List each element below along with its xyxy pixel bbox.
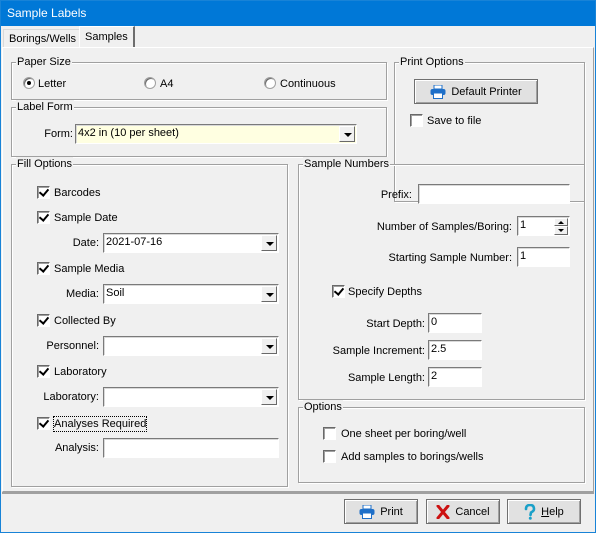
form-label: Form: xyxy=(44,128,73,140)
options-title: Options xyxy=(303,400,343,414)
laboratory-select[interactable] xyxy=(103,387,279,407)
sample-labels-dialog: Sample Labels Borings/Wells Samples Pape… xyxy=(0,0,596,533)
sample-numbers-group: Sample Numbers Prefix: Number of Samples… xyxy=(298,157,585,400)
media-label: Media: xyxy=(65,288,99,300)
barcodes-checkbox[interactable] xyxy=(37,186,50,199)
chevron-down-icon[interactable] xyxy=(261,286,277,302)
paper-size-title: Paper Size xyxy=(16,55,72,69)
help-button[interactable]: Help xyxy=(507,499,581,524)
label-form-group: Label Form Form: 4x2 in (10 per sheet) xyxy=(11,100,387,157)
start-depth-label: Start Depth: xyxy=(366,318,425,330)
a4-label[interactable]: A4 xyxy=(160,77,173,91)
num-samples-value: 1 xyxy=(520,219,527,231)
default-printer-button[interactable]: Default Printer xyxy=(414,79,538,104)
prefix-input[interactable] xyxy=(418,184,570,204)
specify-depths-label[interactable]: Specify Depths xyxy=(348,285,422,299)
laboratory-label[interactable]: Laboratory xyxy=(54,365,107,379)
sample-date-checkbox[interactable] xyxy=(37,211,50,224)
sample-increment-label: Sample Increment: xyxy=(332,345,425,357)
x-icon xyxy=(436,504,450,519)
sample-length-label: Sample Length: xyxy=(347,372,425,384)
add-samples-checkbox[interactable] xyxy=(323,450,336,463)
analysis-input[interactable] xyxy=(103,438,279,458)
starting-number-label: Starting Sample Number: xyxy=(388,252,513,264)
form-select[interactable]: 4x2 in (10 per sheet) xyxy=(75,124,357,144)
chevron-down-icon[interactable] xyxy=(261,338,277,354)
continuous-radio[interactable] xyxy=(264,77,276,89)
help-accelerator: H xyxy=(541,505,550,518)
print-label: Print xyxy=(380,505,403,518)
specify-depths-checkbox[interactable] xyxy=(332,285,345,298)
cancel-button[interactable]: Cancel xyxy=(426,499,500,524)
num-samples-spinner[interactable]: 1 xyxy=(517,216,570,236)
form-value: 4x2 in (10 per sheet) xyxy=(78,127,179,139)
laboratory-field-label: Laboratory: xyxy=(43,391,99,403)
title-bar: Sample Labels xyxy=(1,1,595,26)
media-select[interactable]: Soil xyxy=(103,284,279,304)
spin-up-icon[interactable] xyxy=(554,218,568,226)
laboratory-checkbox[interactable] xyxy=(37,365,50,378)
default-printer-label: Default Printer xyxy=(451,85,522,98)
help-label-rest: elp xyxy=(549,505,564,518)
sample-numbers-title: Sample Numbers xyxy=(303,157,390,171)
analysis-label: Analysis: xyxy=(54,442,99,454)
personnel-label: Personnel: xyxy=(46,340,99,352)
sample-media-checkbox[interactable] xyxy=(37,262,50,275)
starting-number-input[interactable]: 1 xyxy=(517,247,570,267)
fill-options-group: Fill Options Barcodes Sample Date Date: … xyxy=(11,157,288,487)
personnel-select[interactable] xyxy=(103,336,279,356)
save-to-file-checkbox[interactable] xyxy=(410,114,423,127)
sample-increment-input[interactable]: 2.5 xyxy=(428,340,482,360)
label-form-title: Label Form xyxy=(16,100,74,114)
collected-by-checkbox[interactable] xyxy=(37,314,50,327)
options-group: Options One sheet per boring/well Add sa… xyxy=(298,400,585,483)
sample-length-input[interactable]: 2 xyxy=(428,367,482,387)
add-samples-label[interactable]: Add samples to borings/wells xyxy=(341,450,483,464)
print-button[interactable]: Print xyxy=(344,499,418,524)
paper-size-group: Paper Size Letter A4 Continuous xyxy=(11,55,387,100)
sample-date-label[interactable]: Sample Date xyxy=(54,211,118,225)
analyses-required-checkbox[interactable] xyxy=(37,417,50,430)
start-depth-input[interactable]: 0 xyxy=(428,313,482,333)
question-mark-icon xyxy=(524,503,536,520)
fill-options-title: Fill Options xyxy=(16,157,74,171)
printer-icon xyxy=(430,84,446,99)
date-select[interactable]: 2021-07-16 xyxy=(103,233,279,253)
chevron-down-icon[interactable] xyxy=(339,126,355,142)
tab-samples[interactable]: Samples xyxy=(79,26,135,48)
continuous-label[interactable]: Continuous xyxy=(280,77,336,91)
one-sheet-label[interactable]: One sheet per boring/well xyxy=(341,427,466,441)
cancel-label: Cancel xyxy=(455,505,490,518)
date-label: Date: xyxy=(72,237,99,249)
barcodes-label[interactable]: Barcodes xyxy=(54,186,100,200)
button-bar: Print Cancel Help xyxy=(2,492,594,532)
tab-borings-wells[interactable]: Borings/Wells xyxy=(3,29,83,48)
date-value: 2021-07-16 xyxy=(106,236,163,248)
letter-label[interactable]: Letter xyxy=(38,77,66,91)
printer-icon xyxy=(359,504,375,519)
prefix-label: Prefix: xyxy=(380,189,412,201)
analyses-required-label[interactable]: Analyses Required xyxy=(52,416,148,432)
letter-radio[interactable] xyxy=(23,77,35,89)
a4-radio[interactable] xyxy=(144,77,156,89)
chevron-down-icon[interactable] xyxy=(261,389,277,405)
one-sheet-checkbox[interactable] xyxy=(323,427,336,440)
media-value: Soil xyxy=(106,287,125,299)
tab-strip: Borings/Wells Samples xyxy=(1,26,595,48)
help-label: Help xyxy=(541,506,564,518)
spinner-buttons[interactable] xyxy=(554,218,568,235)
spin-down-icon[interactable] xyxy=(554,226,568,235)
samples-tab-page: Paper Size Letter A4 Continuous Print Op… xyxy=(2,47,594,492)
num-samples-label: Number of Samples/Boring: xyxy=(376,221,512,233)
collected-by-label[interactable]: Collected By xyxy=(54,314,116,328)
sample-media-label[interactable]: Sample Media xyxy=(54,262,124,276)
chevron-down-icon[interactable] xyxy=(261,235,277,251)
save-to-file-label[interactable]: Save to file xyxy=(427,114,481,128)
print-options-title: Print Options xyxy=(399,55,465,69)
